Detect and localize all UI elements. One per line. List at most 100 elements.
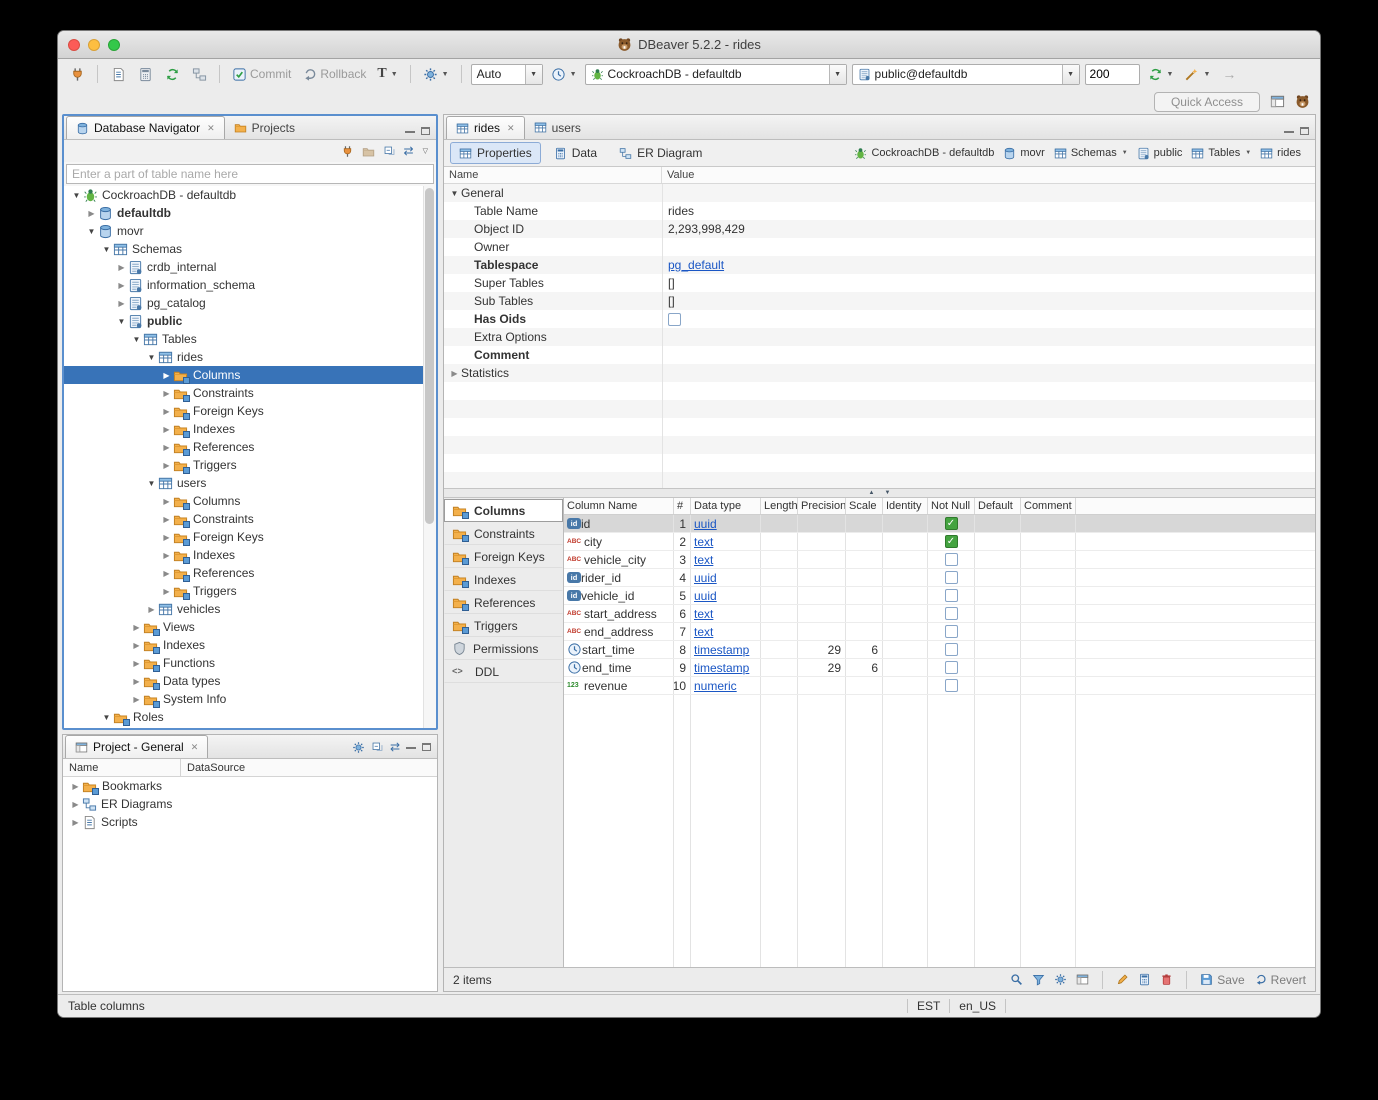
tree-item-crdb-internal[interactable]: ▶crdb_internal: [64, 258, 436, 276]
sash-up-icon[interactable]: ▲: [869, 490, 875, 496]
twisty-icon[interactable]: ▶: [160, 371, 173, 380]
data-type-link[interactable]: text: [694, 535, 713, 549]
properties-header-value[interactable]: Value: [662, 169, 694, 181]
edit-icon[interactable]: [1116, 973, 1129, 986]
side-tab-foreign-keys[interactable]: Foreign Keys: [444, 545, 563, 568]
tree-item-defaultdb[interactable]: ▶defaultdb: [64, 204, 436, 222]
tree-item-foreign-keys[interactable]: ▶Foreign Keys: [64, 528, 436, 546]
new-connection-button[interactable]: [66, 63, 88, 85]
calculate-icon[interactable]: [1138, 973, 1151, 986]
save-button[interactable]: Save: [1200, 973, 1244, 987]
data-type-link[interactable]: uuid: [694, 571, 717, 585]
table-row-id[interactable]: idid1uuid✓: [564, 515, 1315, 533]
transaction-mode-button[interactable]: T▼: [374, 63, 400, 85]
twisty-icon[interactable]: ▼: [70, 191, 83, 200]
breadcrumb-item-movr[interactable]: movr: [1003, 147, 1044, 160]
tree-item-data-types[interactable]: ▶Data types: [64, 672, 436, 690]
link-with-editor-icon[interactable]: ⇄: [404, 144, 414, 158]
view-menu-icon[interactable]: ▽: [423, 147, 428, 155]
twisty-icon[interactable]: ▼: [100, 713, 113, 722]
minimize-panel-icon[interactable]: [1284, 130, 1294, 133]
table-row-end-time[interactable]: end_time9timestamp296: [564, 659, 1315, 677]
new-folder-icon[interactable]: [362, 145, 375, 158]
not-null-checkbox[interactable]: ✓: [945, 535, 958, 548]
tree-item-indexes[interactable]: ▶Indexes: [64, 420, 436, 438]
tree-item-references[interactable]: ▶References: [64, 564, 436, 582]
twisty-icon[interactable]: ▶: [115, 299, 128, 308]
tab-database-navigator[interactable]: Database Navigator ✕: [66, 116, 225, 139]
tree-item-columns[interactable]: ▶Columns: [64, 366, 436, 384]
column-header-identity[interactable]: Identity: [883, 498, 928, 514]
open-declaration-button[interactable]: [188, 63, 210, 85]
data-type-link[interactable]: text: [694, 625, 713, 639]
twisty-icon[interactable]: ▶: [130, 677, 143, 686]
breadcrumb-item-cockroachdb-defaultdb[interactable]: CockroachDB - defaultdb: [854, 147, 994, 160]
chevron-down-icon[interactable]: ▼: [1245, 150, 1251, 156]
column-header-length[interactable]: Length: [761, 498, 798, 514]
tree-item-system-info[interactable]: ▶System Info: [64, 690, 436, 708]
not-null-checkbox[interactable]: [945, 607, 958, 620]
column-header-comment[interactable]: Comment: [1021, 498, 1076, 514]
table-row-end-address[interactable]: ABCend_address7text: [564, 623, 1315, 641]
twisty-icon[interactable]: ▶: [160, 551, 173, 560]
side-tab-references[interactable]: References: [444, 591, 563, 614]
connection-combo[interactable]: CockroachDB - defaultdb ▼: [585, 64, 847, 85]
data-type-link[interactable]: text: [694, 553, 713, 567]
collapse-all-icon[interactable]: [383, 145, 396, 158]
table-row-rider-id[interactable]: idrider_id4uuid: [564, 569, 1315, 587]
not-null-checkbox[interactable]: [945, 589, 958, 602]
not-null-checkbox[interactable]: [945, 553, 958, 566]
scrollbar-thumb[interactable]: [425, 188, 434, 524]
not-null-checkbox[interactable]: [945, 625, 958, 638]
column-header-data-type[interactable]: Data type: [691, 498, 761, 514]
property-value[interactable]: [662, 313, 1315, 326]
column-header-precision[interactable]: Precision: [798, 498, 846, 514]
tree-item-pg-catalog[interactable]: ▶pg_catalog: [64, 294, 436, 312]
delete-icon[interactable]: [1160, 973, 1173, 986]
not-null-checkbox[interactable]: [945, 661, 958, 674]
twisty-icon[interactable]: ▶: [130, 659, 143, 668]
twisty-icon[interactable]: ▶: [160, 515, 173, 524]
twisty-icon[interactable]: ▼: [115, 317, 128, 326]
twisty-icon[interactable]: ▶: [130, 695, 143, 704]
maximize-panel-icon[interactable]: [1300, 127, 1309, 135]
tree-item-users[interactable]: ▼users: [64, 474, 436, 492]
tree-item-constraints[interactable]: ▶Constraints: [64, 510, 436, 528]
twisty-icon[interactable]: ▼: [100, 245, 113, 254]
tree-item-rides[interactable]: ▼rides: [64, 348, 436, 366]
column-header-not-null[interactable]: Not Null: [928, 498, 975, 514]
forward-button[interactable]: →: [1218, 63, 1240, 85]
table-row-vehicle-city[interactable]: ABCvehicle_city3text: [564, 551, 1315, 569]
tree-item-indexes[interactable]: ▶Indexes: [64, 636, 436, 654]
side-tab-columns[interactable]: Columns: [444, 499, 563, 522]
twisty-icon[interactable]: ▼: [145, 479, 158, 488]
twisty-icon[interactable]: ▼: [85, 227, 98, 236]
table-filter-input[interactable]: [66, 164, 434, 184]
property-row-extra-options[interactable]: Extra Options: [444, 328, 1315, 346]
properties-header-name[interactable]: Name: [444, 167, 662, 183]
property-row-object-id[interactable]: Object ID2,293,998,429: [444, 220, 1315, 238]
minimize-window-button[interactable]: [88, 39, 100, 51]
sql-editor-button[interactable]: [107, 63, 129, 85]
close-tab-icon[interactable]: ✕: [507, 123, 515, 134]
transaction-settings-button[interactable]: ▼: [420, 63, 452, 85]
table-row-start-time[interactable]: start_time8timestamp296: [564, 641, 1315, 659]
property-row-table-name[interactable]: Table Namerides: [444, 202, 1315, 220]
property-value[interactable]: pg_default: [662, 258, 1315, 272]
data-type-link[interactable]: uuid: [694, 589, 717, 603]
link-with-editor-icon[interactable]: ⇄: [390, 740, 400, 754]
twisty-icon[interactable]: ▶: [160, 533, 173, 542]
twisty-icon[interactable]: ▶: [69, 782, 82, 791]
tree-item-cockroachdb-defaultdb[interactable]: ▼CockroachDB - defaultdb: [64, 186, 436, 204]
commit-button[interactable]: Commit: [229, 63, 294, 85]
twisty-icon[interactable]: ▶: [130, 623, 143, 632]
subtab-er-diagram[interactable]: ER Diagram: [610, 142, 711, 164]
fetch-size-input[interactable]: [1085, 64, 1140, 85]
tree-item-views[interactable]: ▶Views: [64, 618, 436, 636]
refresh-data-button[interactable]: ▼: [1145, 63, 1177, 85]
twisty-icon[interactable]: ▶: [160, 443, 173, 452]
property-row-statistics[interactable]: ▶Statistics: [444, 364, 1315, 382]
tree-item-triggers[interactable]: ▶Triggers: [64, 582, 436, 600]
tree-item-foreign-keys[interactable]: ▶Foreign Keys: [64, 402, 436, 420]
column-header-scale[interactable]: Scale: [846, 498, 883, 514]
